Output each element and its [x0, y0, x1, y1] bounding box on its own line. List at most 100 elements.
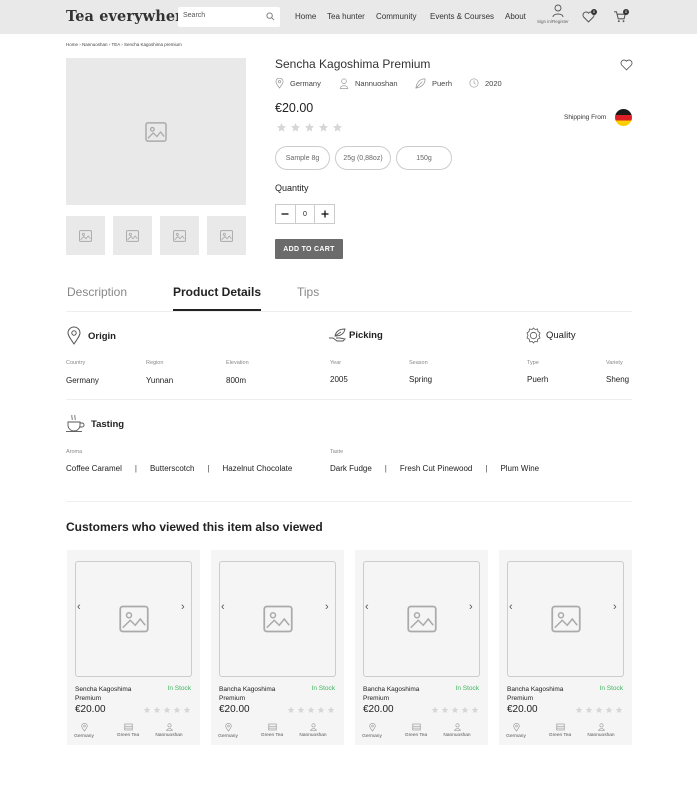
picking-season-label: Season — [409, 360, 428, 366]
picking-season-value: Spring — [409, 375, 433, 384]
card-image[interactable] — [219, 561, 336, 677]
breadcrumb[interactable]: Home › Nannuoshan › TEA › Sencha Kagoshi… — [66, 42, 182, 47]
product-card[interactable]: ‹ › Bancha Kagoshima Premium In Stock €20.00… — [499, 550, 632, 745]
nav-community[interactable]: Community — [376, 12, 416, 21]
star-icon — [327, 706, 335, 714]
nav-tea-hunter[interactable]: Tea hunter — [327, 12, 365, 21]
separator: | — [384, 464, 387, 473]
card-rating-stars — [287, 706, 335, 714]
origin-country-value: Germany — [66, 376, 99, 385]
product-card[interactable]: ‹ › Bancha Kagoshima Premium In Stock €20.00… — [355, 550, 488, 745]
signin-register-link[interactable]: Sign in/Register — [537, 19, 569, 24]
card-meta-label: Nannuoshan — [587, 733, 615, 738]
cart-icon[interactable]: 0 — [613, 9, 629, 23]
card-product-name[interactable]: Bancha Kagoshima Premium — [363, 685, 435, 703]
location-pin-icon — [512, 723, 520, 732]
quantity-value[interactable]: 0 — [294, 205, 316, 223]
card-meta-label: Nannuoshan — [443, 733, 471, 738]
thumbnail-3[interactable] — [160, 216, 199, 255]
card-meta-item: Germany — [67, 723, 101, 739]
card-image[interactable] — [75, 561, 192, 677]
aroma-item: Coffee Caramel — [66, 464, 122, 473]
nav-about[interactable]: About — [505, 12, 526, 21]
prev-image-arrow[interactable]: ‹ — [77, 601, 81, 613]
decrease-button[interactable] — [276, 205, 295, 223]
star-icon[interactable] — [332, 122, 343, 133]
star-icon[interactable] — [290, 122, 301, 133]
card-price: €20.00 — [219, 704, 250, 715]
card-meta-item: Nannuoshan — [584, 723, 618, 738]
star-icon — [575, 706, 583, 714]
image-placeholder-icon — [173, 229, 186, 242]
star-icon — [153, 706, 161, 714]
person-icon — [339, 78, 349, 89]
card-rating-stars — [143, 706, 191, 714]
add-to-cart-button[interactable]: ADD TO CART — [275, 239, 343, 259]
main-product-image — [66, 58, 246, 205]
quality-type-value: Puerh — [527, 375, 549, 384]
prev-image-arrow[interactable]: ‹ — [365, 601, 369, 613]
meta-year-label: 2020 — [485, 78, 502, 88]
thumbnail-1[interactable] — [66, 216, 105, 255]
option-25g[interactable]: 25g (0,88oz) — [335, 146, 391, 170]
meta-year: 2020 — [469, 78, 502, 88]
card-stock-status: In Stock — [167, 685, 191, 692]
prev-image-arrow[interactable]: ‹ — [509, 601, 513, 613]
star-icon — [307, 706, 315, 714]
card-meta-item: Green Tea — [543, 723, 577, 738]
card-meta-item: Nannuoshan — [440, 723, 474, 738]
tab-description[interactable]: Description — [67, 285, 127, 299]
product-card[interactable]: ‹ › Bancha Kagoshima Premium In Stock €20.00… — [211, 550, 344, 745]
card-image[interactable] — [363, 561, 480, 677]
person-icon — [309, 723, 317, 731]
next-image-arrow[interactable]: › — [613, 601, 617, 613]
star-icon[interactable] — [276, 122, 287, 133]
next-image-arrow[interactable]: › — [181, 601, 185, 613]
card-meta-label: Germany — [506, 734, 526, 739]
heart-icon[interactable] — [620, 59, 633, 71]
tab-tips[interactable]: Tips — [297, 285, 319, 299]
product-price: €20.00 — [275, 101, 314, 115]
thumbnail-4[interactable] — [207, 216, 246, 255]
card-image[interactable] — [507, 561, 624, 677]
picking-title: Picking — [349, 330, 383, 341]
wishlist-count-badge: 0 — [591, 9, 597, 15]
star-icon — [595, 706, 603, 714]
quantity-stepper[interactable]: 0 — [275, 204, 335, 224]
tab-product-details[interactable]: Product Details — [173, 285, 261, 299]
star-icon — [605, 706, 613, 714]
card-price: €20.00 — [507, 704, 538, 715]
search-icon[interactable] — [266, 12, 275, 21]
product-card[interactable]: ‹ › Sencha Kagoshima Premium In Stock €20.00… — [67, 550, 200, 745]
nav-home[interactable]: Home — [295, 12, 316, 21]
rating-stars[interactable] — [276, 122, 343, 133]
germany-flag-icon — [615, 109, 632, 126]
card-stock-status: In Stock — [599, 685, 623, 692]
wishlist-icon[interactable]: 0 — [582, 9, 597, 23]
user-icon[interactable] — [552, 4, 564, 18]
taste-item: Plum Wine — [500, 464, 540, 473]
meta-seller-label: Nannuoshan — [355, 79, 398, 88]
nav-events-courses[interactable]: Events & Courses — [430, 12, 494, 21]
card-meta-label: Green Tea — [548, 733, 572, 738]
star-icon — [297, 706, 305, 714]
tabs-divider — [66, 311, 632, 312]
card-product-name[interactable]: Bancha Kagoshima Premium — [507, 685, 579, 703]
tea-box-icon — [555, 723, 565, 731]
search-input[interactable]: Search — [178, 7, 280, 27]
taste-item: Dark Fudge — [330, 464, 372, 473]
option-150g[interactable]: 150g — [396, 146, 452, 170]
next-image-arrow[interactable]: › — [469, 601, 473, 613]
site-logo[interactable]: Tea everywhere — [66, 8, 192, 25]
star-icon[interactable] — [304, 122, 315, 133]
thumbnail-2[interactable] — [113, 216, 152, 255]
increase-button[interactable] — [315, 205, 334, 223]
separator: | — [134, 464, 137, 473]
card-product-name[interactable]: Bancha Kagoshima Premium — [219, 685, 291, 703]
option-sample-8g[interactable]: Sample 8g — [275, 146, 330, 170]
star-icon[interactable] — [318, 122, 329, 133]
card-product-name[interactable]: Sencha Kagoshima Premium — [75, 685, 147, 703]
next-image-arrow[interactable]: › — [325, 601, 329, 613]
prev-image-arrow[interactable]: ‹ — [221, 601, 225, 613]
image-placeholder-icon — [145, 121, 167, 142]
